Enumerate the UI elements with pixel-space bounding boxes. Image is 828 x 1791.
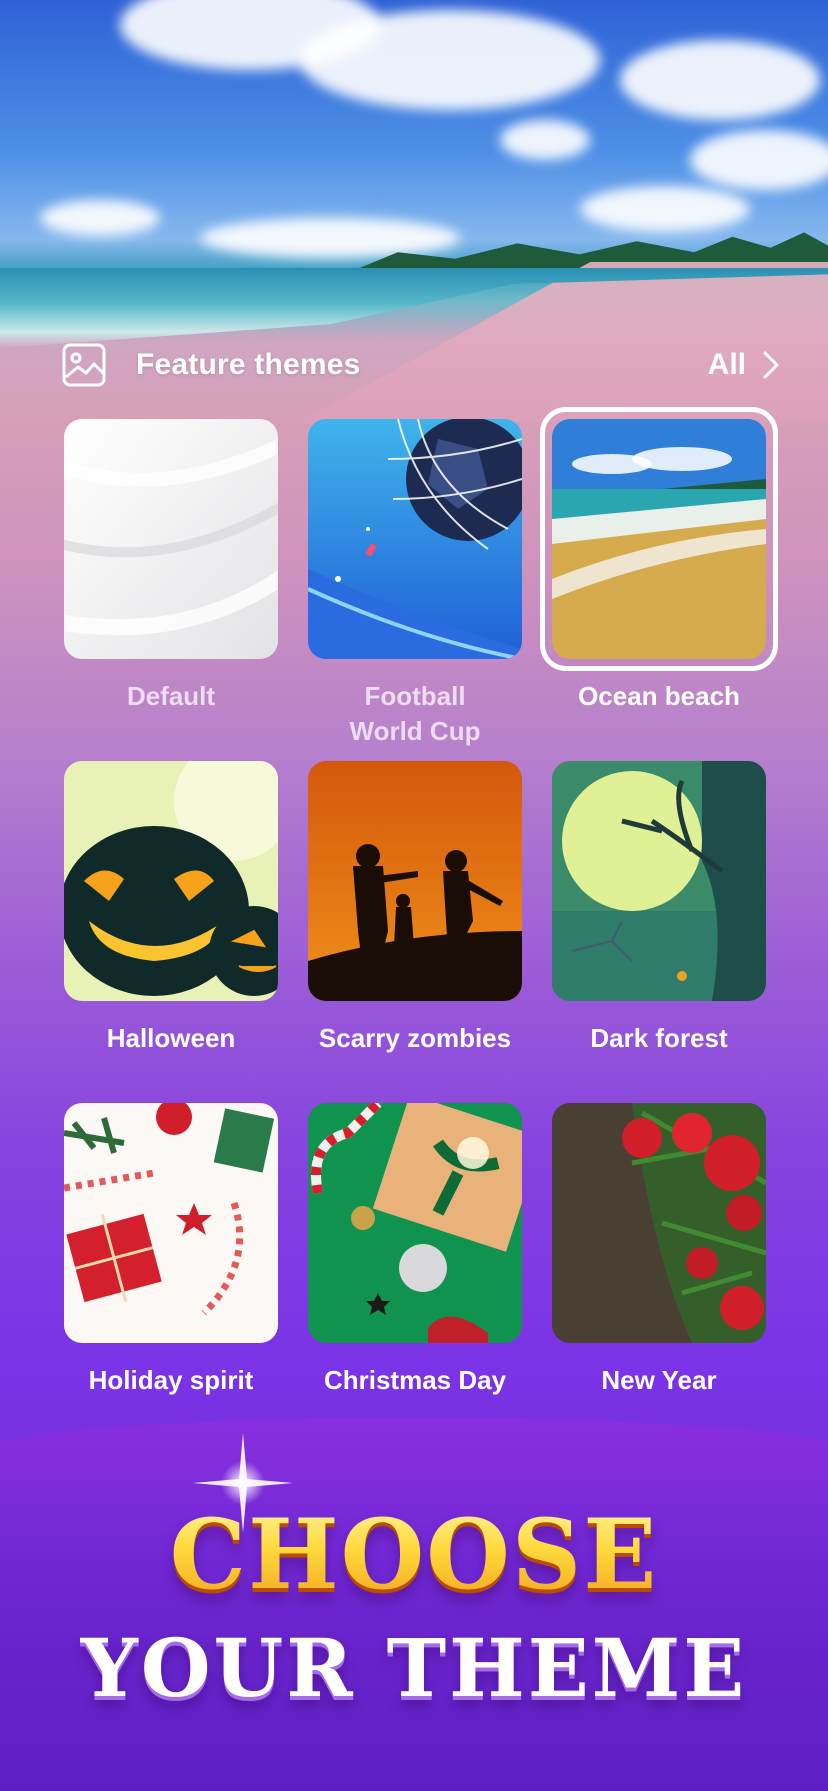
chevron-right-icon xyxy=(763,351,779,379)
cloud xyxy=(580,186,750,232)
theme-card-scarry-zombies[interactable]: Scarry zombies xyxy=(308,761,522,1056)
theme-thumbnail xyxy=(552,1103,766,1343)
theme-card-football-world-cup[interactable]: Football World Cup xyxy=(308,419,522,749)
theme-thumbnail xyxy=(308,1103,522,1343)
cloud xyxy=(690,130,828,190)
gallery-icon xyxy=(62,343,106,387)
theme-label: Halloween xyxy=(106,1023,236,1053)
cloud xyxy=(200,218,460,258)
theme-card-christmas-day[interactable]: Christmas Day xyxy=(308,1103,522,1398)
banner-subheadline: YOUR THEME xyxy=(80,1621,748,1715)
theme-card-dark-forest[interactable]: Dark forest xyxy=(552,761,766,1056)
all-themes-link[interactable]: All xyxy=(708,340,782,390)
theme-card-holiday-spirit[interactable]: Holiday spirit xyxy=(64,1103,278,1398)
theme-card-halloween[interactable]: Halloween xyxy=(64,761,278,1056)
theme-card-default[interactable]: Default xyxy=(64,419,278,714)
theme-thumbnail xyxy=(64,419,278,659)
banner-headline: CHOOSE xyxy=(0,1500,828,1610)
theme-label: Default xyxy=(126,681,216,711)
feature-themes-header: Feature themes All xyxy=(62,340,782,390)
theme-label: Christmas Day xyxy=(323,1365,507,1395)
theme-thumbnail xyxy=(552,761,766,1001)
theme-thumbnail xyxy=(64,1103,278,1343)
cloud xyxy=(620,40,820,120)
theme-label: Holiday spirit xyxy=(88,1365,254,1395)
section-title: Feature themes xyxy=(136,348,361,381)
theme-card-ocean-beach[interactable]: Ocean beach xyxy=(540,407,778,714)
theme-thumbnail xyxy=(308,761,522,1001)
theme-thumbnail xyxy=(552,419,766,659)
theme-thumbnail xyxy=(64,761,278,1001)
all-label: All xyxy=(707,348,746,381)
theme-thumbnail xyxy=(308,419,522,659)
choose-theme-banner: CHOOSE YOUR THEME xyxy=(0,1500,828,1718)
cloud xyxy=(500,120,590,160)
theme-label: New Year xyxy=(601,1365,717,1395)
theme-label: Scarry zombies xyxy=(318,1023,512,1053)
theme-label: Football World Cup xyxy=(349,681,481,746)
cloud xyxy=(40,200,160,236)
theme-label: Dark forest xyxy=(590,1023,728,1053)
theme-card-new-year[interactable]: New Year xyxy=(552,1103,766,1398)
cloud xyxy=(300,10,600,110)
theme-label: Ocean beach xyxy=(578,681,740,711)
